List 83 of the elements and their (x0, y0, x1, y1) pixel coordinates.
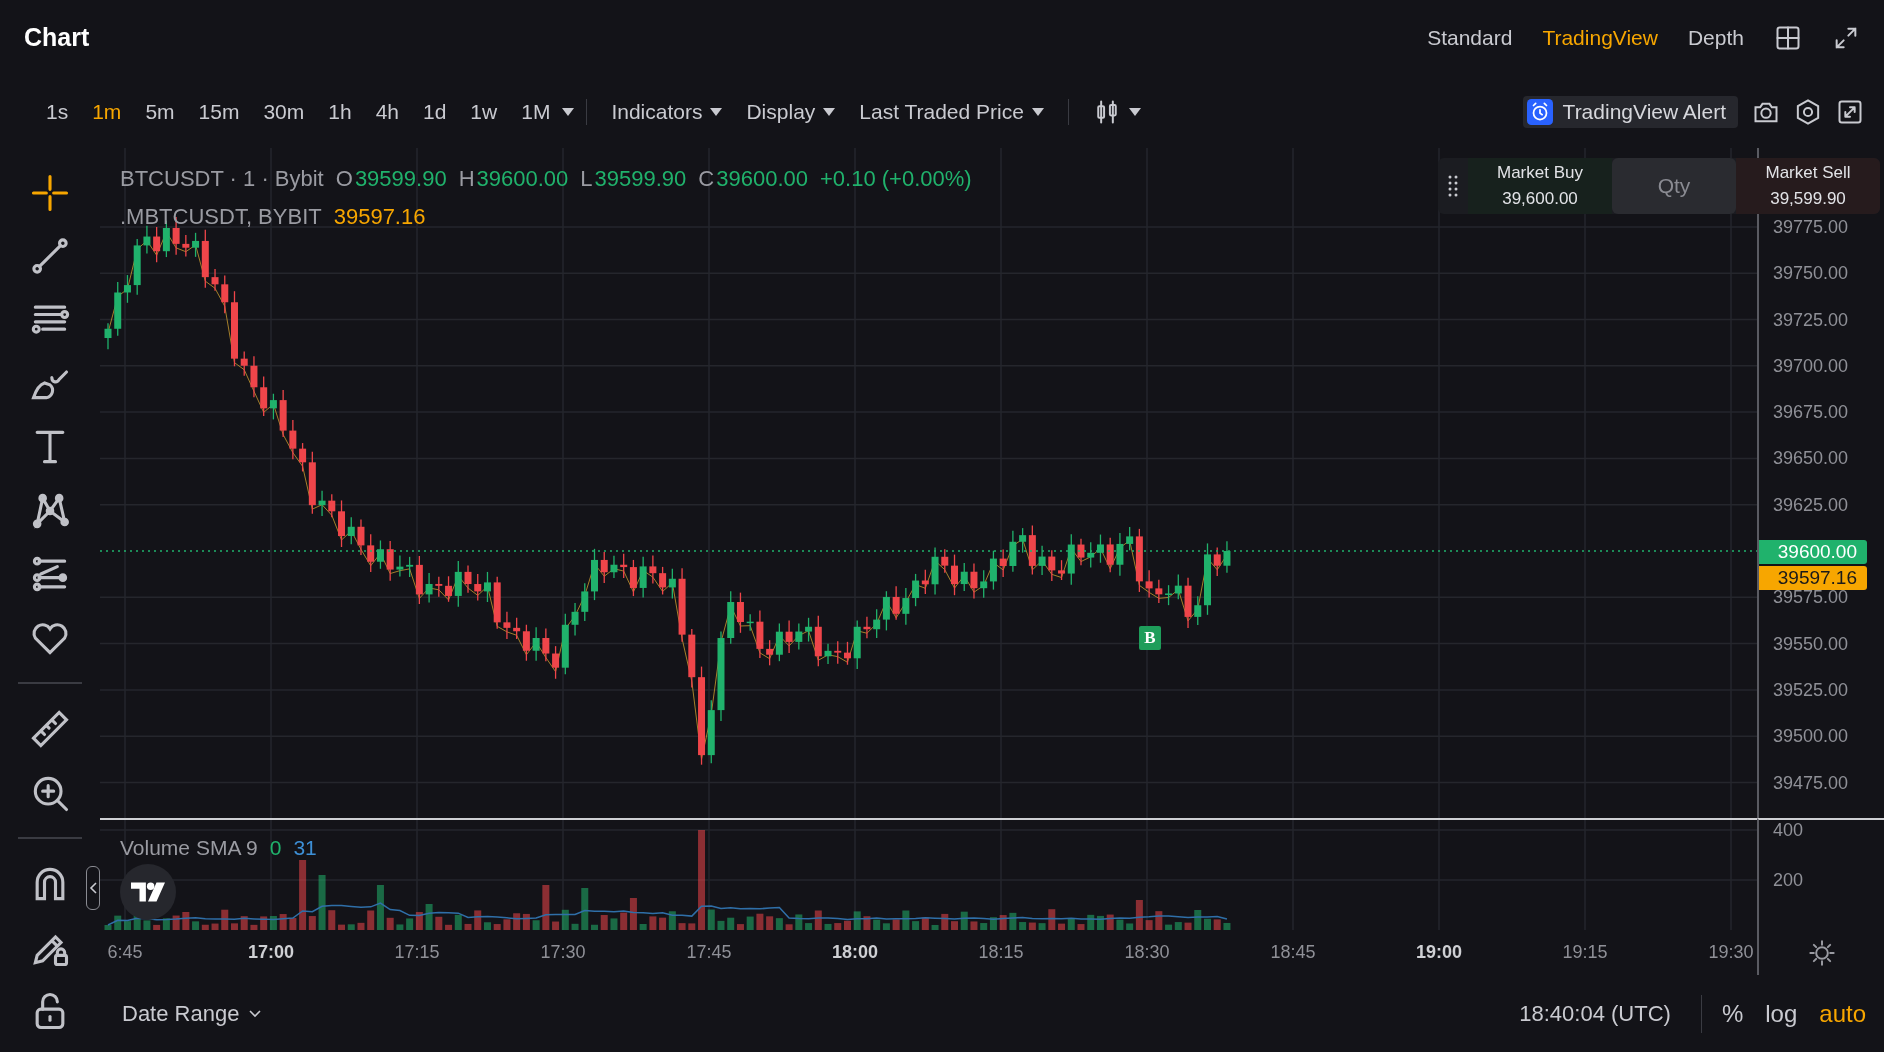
price-axis-label: 39700.00 (1773, 355, 1849, 377)
settings-icon[interactable] (1794, 97, 1822, 126)
price-axis-label: 39500.00 (1773, 725, 1849, 747)
ohlc-label: O (335, 166, 353, 192)
caret-icon (710, 107, 723, 116)
alarm-clock-icon (1526, 98, 1553, 125)
price-axis-label: 39625.00 (1773, 494, 1849, 516)
interval-tab[interactable]: 4h (363, 95, 411, 128)
time-axis-label: 17:45 (686, 942, 732, 963)
price-axis-label: 39750.00 (1773, 262, 1849, 284)
interval-tab[interactable]: 1s (34, 95, 81, 128)
drag-handle-icon[interactable] (1448, 175, 1458, 197)
interval-tab[interactable]: 1w (458, 95, 510, 128)
chevron-down-icon (249, 1009, 262, 1018)
scale-option[interactable]: % (1721, 999, 1744, 1028)
index-price-value: 39597.16 (333, 204, 426, 230)
view-tab[interactable]: Standard (1427, 25, 1513, 50)
volume-axis-label: 400 (1773, 819, 1804, 841)
market-buy-button[interactable]: Market Buy 39,600.00 (1468, 158, 1612, 214)
time-axis-label: 17:30 (540, 942, 586, 963)
view-tab[interactable]: Depth (1687, 25, 1744, 50)
price-axis-label: 39675.00 (1773, 401, 1849, 423)
date-range-button[interactable]: Date Range (110, 996, 274, 1031)
logo-badge[interactable] (120, 864, 176, 920)
interval-tab[interactable]: 15m (186, 95, 252, 128)
ohlc-label: L (580, 166, 593, 192)
market-sell-button[interactable]: Market Sell 39,599.90 (1736, 158, 1880, 214)
collapse-button[interactable] (86, 866, 100, 910)
volume-axis-label: 200 (1773, 869, 1804, 891)
interval-tab[interactable]: 1h (316, 95, 364, 128)
ohlc-label: C (698, 166, 715, 192)
time-axis-label: 19:00 (1416, 942, 1462, 963)
ohlc-label: H (458, 166, 475, 192)
scale-option[interactable]: auto (1819, 999, 1866, 1028)
tradingview-logo-icon (131, 882, 165, 902)
volume-indicator-label: Volume SMA 9 (120, 836, 258, 860)
time-axis-label: 18:15 (978, 942, 1024, 963)
chevron-left-icon (89, 882, 97, 894)
time-axis-label: 18:30 (1124, 942, 1170, 963)
time-axis-label: 17:00 (248, 942, 294, 963)
last-price-tag: 39600.00 (1759, 540, 1867, 564)
clock-label: 18:40:04 (UTC) (1519, 1000, 1671, 1027)
time-axis-label: 19:30 (1708, 942, 1754, 963)
interval-tab[interactable]: 5m (133, 95, 187, 128)
menu-button[interactable]: Indicators (599, 95, 735, 128)
interval-tab[interactable]: 1M (509, 95, 563, 128)
interval-tab[interactable]: 1m (80, 95, 134, 128)
ohlc-value: 39600.00 (716, 166, 808, 192)
time-axis-label: 6:45 (107, 942, 143, 963)
caret-icon (1128, 107, 1141, 116)
price-axis-label: 39775.00 (1773, 216, 1849, 238)
ohlc-value: 39599.90 (354, 166, 447, 192)
price-axis-label: 39550.00 (1773, 633, 1849, 655)
volume-sma-value: 31 (293, 836, 317, 860)
caret-icon (1031, 107, 1044, 116)
sun-icon[interactable] (1807, 938, 1836, 967)
menu-button[interactable]: Last Traded Price (847, 95, 1056, 128)
price-axis-label: 39475.00 (1773, 772, 1849, 793)
caret-icon (823, 107, 836, 116)
scale-option[interactable]: log (1765, 999, 1798, 1028)
time-axis-label: 17:15 (394, 942, 440, 963)
price-axis-label: 39650.00 (1773, 447, 1849, 469)
symbol-label: BTCUSDT · 1 · Bybit (120, 166, 324, 192)
menu-button[interactable]: Display (734, 95, 848, 128)
volume-value: 0 (269, 836, 282, 860)
ohlc-value: 39600.00 (476, 166, 569, 192)
alert-button[interactable]: TradingView Alert (1522, 95, 1738, 128)
page-title: Chart (24, 23, 90, 52)
interval-tab[interactable]: 30m (251, 95, 317, 128)
ohlc-value: 39599.90 (594, 166, 687, 192)
qty-field[interactable]: Qty (1612, 158, 1736, 214)
time-axis-label: 19:15 (1562, 942, 1608, 963)
price-axis-label: 39525.00 (1773, 679, 1849, 701)
price-change: +0.10 (+0.00%) (819, 166, 972, 192)
time-axis-label: 18:00 (832, 942, 878, 963)
view-tab[interactable]: TradingView (1542, 25, 1658, 50)
buy-marker: B (1139, 626, 1161, 650)
index-symbol-label: .MBTCUSDT, BYBIT (120, 204, 322, 230)
caret-icon[interactable] (562, 107, 575, 116)
price-axis-label: 39725.00 (1773, 309, 1849, 330)
index-price-tag: 39597.16 (1759, 566, 1867, 590)
time-axis-label: 18:45 (1270, 942, 1316, 963)
interval-tab[interactable]: 1d (411, 95, 459, 128)
